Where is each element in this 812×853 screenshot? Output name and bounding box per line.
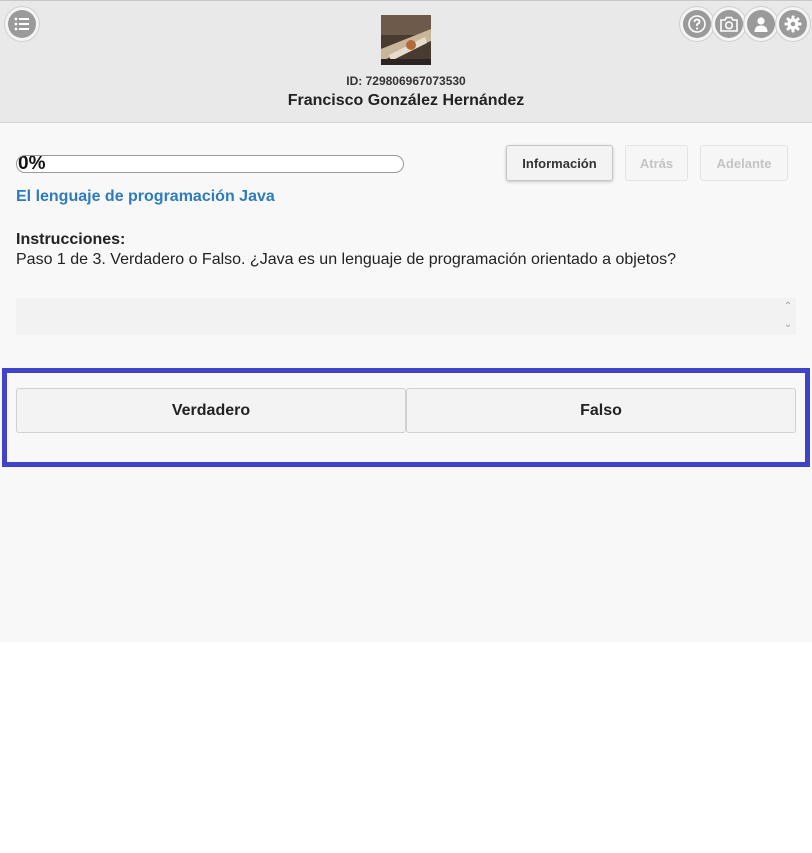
header-bar: ID: 729806967073530 Francisco González H… (0, 0, 812, 123)
lesson-content: 0% Información Atrás Adelante El lenguaj… (0, 123, 812, 642)
avatar (381, 15, 431, 65)
camera-button[interactable] (715, 10, 743, 38)
user-name: Francisco González Hernández (287, 92, 525, 109)
user-id: ID: 729806967073530 (346, 74, 466, 88)
instructions-label: Instrucciones: (16, 231, 126, 248)
help-button[interactable] (683, 10, 711, 38)
settings-button[interactable] (779, 10, 807, 38)
menu-list-button[interactable] (8, 10, 36, 38)
info-button[interactable]: Información (506, 145, 613, 181)
next-button[interactable]: Adelante (700, 145, 788, 181)
back-button[interactable]: Atrás (625, 145, 688, 181)
response-textarea[interactable]: ⌃ ⌄ (16, 298, 796, 335)
course-title[interactable]: El lenguaje de programación Java (16, 188, 275, 206)
true-answer-button[interactable]: Verdadero (16, 388, 406, 433)
gear-icon (784, 15, 802, 33)
help-icon (688, 15, 706, 33)
user-button[interactable] (747, 10, 775, 38)
user-icon (753, 16, 769, 32)
progress-percent: 0% (18, 155, 46, 173)
scroll-up-icon[interactable]: ⌃ (782, 300, 794, 314)
scroll-down-icon[interactable]: ⌄ (782, 318, 794, 332)
false-answer-button[interactable]: Falso (406, 388, 796, 433)
camera-icon (720, 16, 738, 32)
progress-bar: 0% (16, 155, 404, 173)
instructions-text: Paso 1 de 3. Verdadero o Falso. ¿Java es… (16, 251, 676, 268)
list-icon (14, 17, 30, 31)
